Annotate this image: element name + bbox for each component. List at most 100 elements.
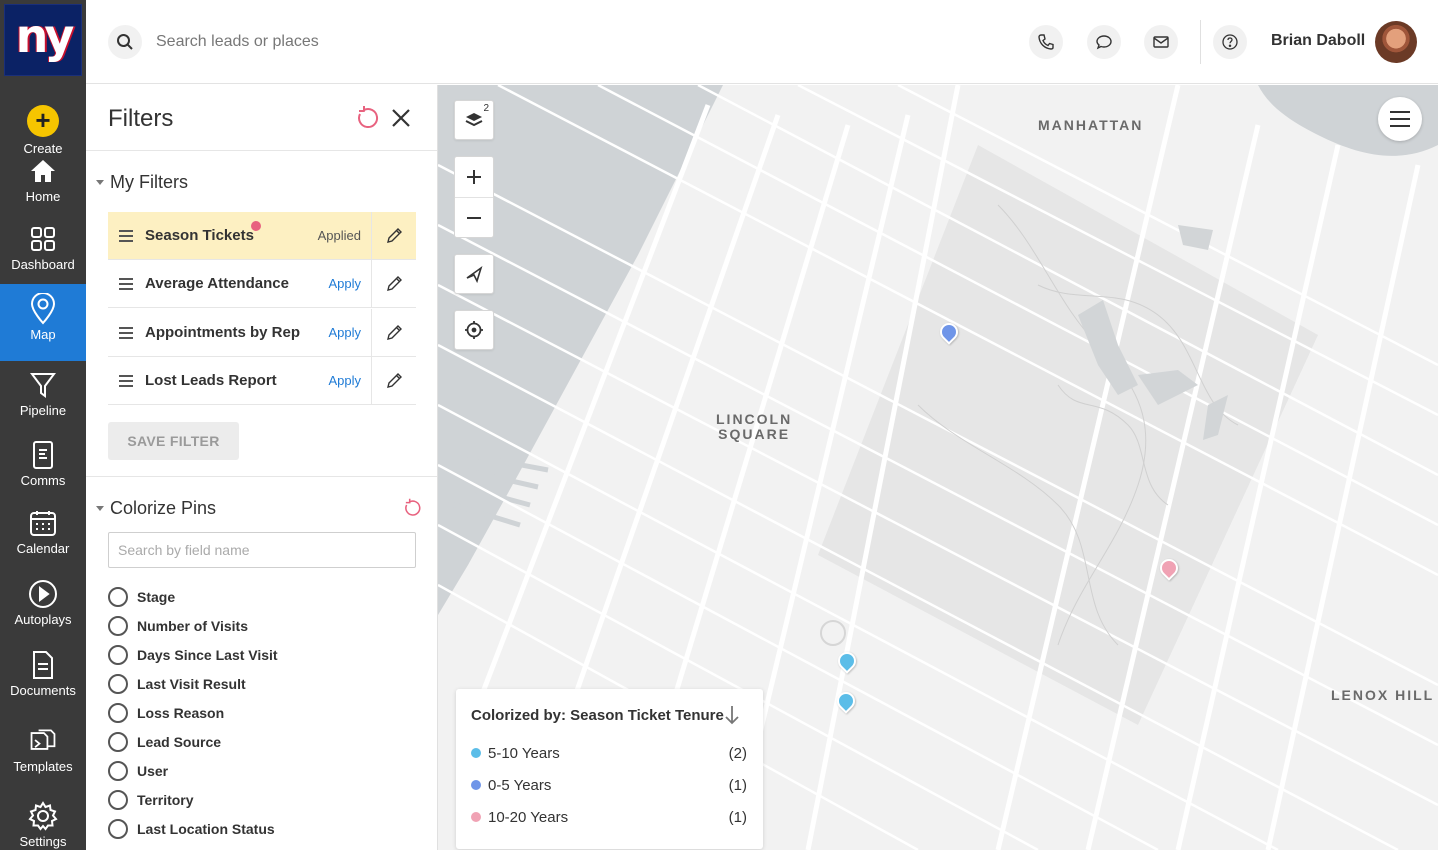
edit-filter-button[interactable] (371, 356, 416, 405)
colorize-pins-heading[interactable]: Colorize Pins (96, 498, 216, 519)
colorize-option-days-since-last-visit[interactable]: Days Since Last Visit (108, 643, 278, 667)
apply-link[interactable]: Apply (309, 325, 371, 340)
nav-label: Pipeline (19, 403, 67, 418)
my-filters-heading[interactable]: My Filters (96, 172, 188, 193)
legend-swatch (471, 780, 481, 790)
pencil-icon (387, 372, 402, 388)
unsaved-dot (251, 221, 261, 231)
hamburger-icon (1390, 111, 1410, 127)
colorize-option-loss-reason[interactable]: Loss Reason (108, 701, 224, 725)
mail-icon[interactable] (1144, 25, 1178, 59)
layers-icon (465, 113, 483, 127)
close-icon[interactable] (388, 105, 414, 131)
chat-icon[interactable] (1087, 25, 1121, 59)
nav-label: Map (30, 327, 56, 342)
filter-row-season-tickets[interactable]: Season Tickets Applied (108, 211, 416, 260)
radio-button[interactable] (108, 761, 128, 781)
colorize-legend: Colorized by: Season Ticket Tenure 5-10 … (456, 689, 763, 849)
colorize-option-number-of-visits[interactable]: Number of Visits (108, 614, 248, 638)
save-filter-button[interactable]: SAVE FILTER (108, 422, 239, 460)
radio-button[interactable] (108, 674, 128, 694)
nav-pipeline[interactable]: Pipeline (0, 370, 86, 418)
colorize-option-stage[interactable]: Stage (108, 585, 175, 609)
colorize-option-last-visit-result[interactable]: Last Visit Result (108, 672, 246, 696)
left-nav: ny + Create Home Dashboard Map Pipeline … (0, 0, 86, 850)
nav-dashboard[interactable]: Dashboard (0, 224, 86, 272)
radio-button[interactable] (108, 616, 128, 636)
nav-map[interactable]: Map (0, 284, 86, 361)
radio-button[interactable] (108, 790, 128, 810)
locate-me-button[interactable] (454, 310, 494, 350)
filter-name: Season Tickets (145, 221, 309, 244)
zoom-controls (454, 156, 494, 238)
nav-comms[interactable]: Comms (0, 440, 86, 488)
colorize-option-lead-source[interactable]: Lead Source (108, 730, 221, 754)
legend-count: (1) (728, 776, 747, 794)
nav-templates[interactable]: Templates (0, 726, 86, 774)
filter-name: Lost Leads Report (145, 372, 277, 389)
nav-calendar[interactable]: Calendar (0, 508, 86, 556)
radio-button[interactable] (108, 703, 128, 723)
option-label: Days Since Last Visit (137, 647, 278, 663)
drag-handle-icon[interactable] (119, 374, 133, 387)
colorize-option-last-location-status[interactable]: Last Location Status (108, 817, 275, 841)
calendar-icon (28, 508, 58, 538)
radio-button[interactable] (108, 819, 128, 839)
radio-button[interactable] (108, 645, 128, 665)
search-icon[interactable] (108, 25, 142, 59)
edit-filter-button[interactable] (371, 259, 416, 308)
nav-label: Documents (10, 683, 76, 698)
home-icon (28, 156, 58, 186)
arrow-down-icon[interactable] (722, 704, 742, 726)
legend-item: 5-10 Years (2) (471, 743, 747, 763)
nav-label: Autoplays (14, 612, 72, 627)
legend-label: 5-10 Years (488, 744, 560, 762)
radio-button[interactable] (108, 587, 128, 607)
draw-route-button[interactable] (454, 254, 494, 294)
topbar-divider (1200, 20, 1201, 64)
edit-filter-button[interactable] (371, 211, 416, 260)
search-input[interactable] (156, 28, 556, 56)
nav-documents[interactable]: Documents (0, 650, 86, 698)
divider (86, 150, 437, 151)
nav-home[interactable]: Home (0, 156, 86, 204)
radio-button[interactable] (108, 732, 128, 752)
team-logo[interactable]: ny (4, 4, 82, 76)
colorize-option-territory[interactable]: Territory (108, 788, 194, 812)
phone-icon[interactable] (1029, 25, 1063, 59)
drag-handle-icon[interactable] (119, 229, 133, 242)
colorize-option-user[interactable]: User (108, 759, 168, 783)
filter-row-average-attendance[interactable]: Average Attendance Apply (108, 259, 416, 308)
layers-button[interactable]: 2 (454, 100, 494, 140)
reset-colorize-icon[interactable] (402, 498, 422, 518)
nav-settings[interactable]: Settings (0, 801, 86, 849)
caret-down-icon (96, 180, 104, 185)
edit-filter-button[interactable] (371, 308, 416, 357)
top-bar: Brian Daboll (86, 0, 1438, 84)
avatar[interactable] (1375, 21, 1417, 63)
nav-label: Comms (20, 473, 66, 488)
map-canvas[interactable]: MANHATTAN LINCOLN SQUARE LENOX HILL 2 Co… (438, 85, 1438, 850)
field-name-search-input[interactable] (108, 532, 416, 568)
option-label: Territory (137, 792, 194, 808)
pencil-icon (387, 324, 402, 340)
reset-icon[interactable] (354, 105, 380, 131)
panel-title: Filters (108, 105, 174, 132)
nav-label: Settings (19, 834, 67, 849)
legend-item: 0-5 Years (1) (471, 775, 747, 795)
option-label: User (137, 763, 169, 779)
map-menu-button[interactable] (1378, 97, 1422, 141)
nav-autoplays[interactable]: Autoplays (0, 579, 86, 627)
nav-create[interactable]: + Create (0, 105, 86, 156)
user-name[interactable]: Brian Daboll (1271, 32, 1365, 50)
filter-row-lost-leads-report[interactable]: Lost Leads Report Apply (108, 356, 416, 405)
filter-row-appointments-by-rep[interactable]: Appointments by Rep Apply (108, 308, 416, 357)
drag-handle-icon[interactable] (119, 277, 133, 290)
apply-link[interactable]: Apply (309, 276, 371, 291)
apply-link[interactable]: Apply (309, 373, 371, 388)
divider (86, 476, 437, 477)
drag-handle-icon[interactable] (119, 326, 133, 339)
zoom-in-button[interactable] (455, 157, 493, 197)
zoom-out-button[interactable] (455, 197, 493, 237)
help-icon[interactable] (1213, 25, 1247, 59)
